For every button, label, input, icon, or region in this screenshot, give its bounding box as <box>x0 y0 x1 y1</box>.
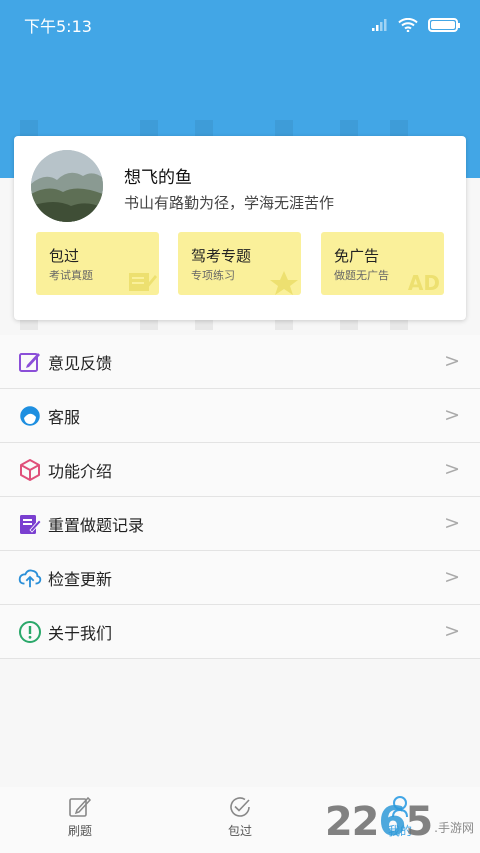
status-icons <box>372 18 460 32</box>
feature-subtitle: 考试真题 <box>49 269 93 282</box>
star-icon <box>270 271 298 295</box>
avatar[interactable] <box>31 150 103 222</box>
chevron-right-icon: > <box>444 350 460 372</box>
status-bar: 下午5:13 <box>0 0 480 50</box>
watermark-number: 2265 <box>324 799 433 845</box>
menu-item-check-update[interactable]: 检查更新 > <box>0 551 480 605</box>
profile-motto: 书山有路勤为径，学海无涯苦作 <box>124 194 335 212</box>
menu-item-feedback[interactable]: 意见反馈 > <box>0 335 480 389</box>
feature-subtitle: 专项练习 <box>191 269 235 282</box>
watermark-logo: 2265 .手游网 <box>325 799 474 845</box>
cloud-upload-icon <box>18 566 42 590</box>
check-circle-icon <box>230 797 250 817</box>
feature-driving-topic[interactable]: 驾考专题 专项练习 <box>178 232 301 295</box>
ad-icon: AD <box>407 271 440 295</box>
feature-title: 驾考专题 <box>191 247 252 265</box>
chevron-right-icon: > <box>444 512 460 534</box>
edit-icon <box>69 796 92 817</box>
info-exclamation-icon <box>18 620 42 644</box>
menu-item-features-intro[interactable]: 功能介绍 > <box>0 443 480 497</box>
menu-label: 关于我们 <box>48 623 113 643</box>
watermark-text: .手游网 <box>434 820 474 835</box>
settings-menu: 意见反馈 > 客服 > 功能介绍 > 重置做题记录 > 检查更新 > 关于我们 … <box>0 335 480 659</box>
chevron-right-icon: > <box>444 404 460 426</box>
chevron-right-icon: > <box>444 566 460 588</box>
menu-label: 意见反馈 <box>48 353 113 373</box>
feature-title: 免广告 <box>334 247 380 265</box>
menu-item-customer-service[interactable]: 客服 > <box>0 389 480 443</box>
profile-card: 想飞的鱼 书山有路勤为径，学海无涯苦作 包过 考试真题 驾考专题 专项练习 免广… <box>14 136 466 320</box>
feature-title: 包过 <box>49 247 80 265</box>
feedback-edit-icon <box>18 350 42 374</box>
signal-icon <box>372 19 387 31</box>
menu-item-about-us[interactable]: 关于我们 > <box>0 605 480 659</box>
chevron-right-icon: > <box>444 620 460 642</box>
feature-subtitle: 做题无广告 <box>334 269 389 282</box>
landscape-avatar-image <box>31 150 103 222</box>
exam-icon <box>129 273 157 291</box>
menu-label: 重置做题记录 <box>48 515 145 535</box>
menu-label: 检查更新 <box>48 569 113 589</box>
menu-item-reset-records[interactable]: 重置做题记录 > <box>0 497 480 551</box>
wifi-icon <box>398 18 418 32</box>
tab-label: 刷题 <box>67 824 92 838</box>
chevron-right-icon: > <box>444 458 460 480</box>
cube-icon <box>18 458 42 482</box>
tab-label: 包过 <box>227 824 252 838</box>
tab-pass[interactable]: 包过 <box>200 795 280 839</box>
status-time: 下午5:13 <box>24 17 92 36</box>
username: 想飞的鱼 <box>124 168 192 188</box>
menu-label: 客服 <box>48 407 81 427</box>
reset-record-icon <box>18 512 42 536</box>
feature-no-ads[interactable]: 免广告 做题无广告 AD <box>321 232 444 295</box>
tab-practice[interactable]: 刷题 <box>40 795 120 839</box>
customer-service-icon <box>18 404 42 428</box>
menu-label: 功能介绍 <box>48 461 113 481</box>
feature-pass-exam[interactable]: 包过 考试真题 <box>36 232 159 295</box>
battery-icon <box>428 18 460 32</box>
